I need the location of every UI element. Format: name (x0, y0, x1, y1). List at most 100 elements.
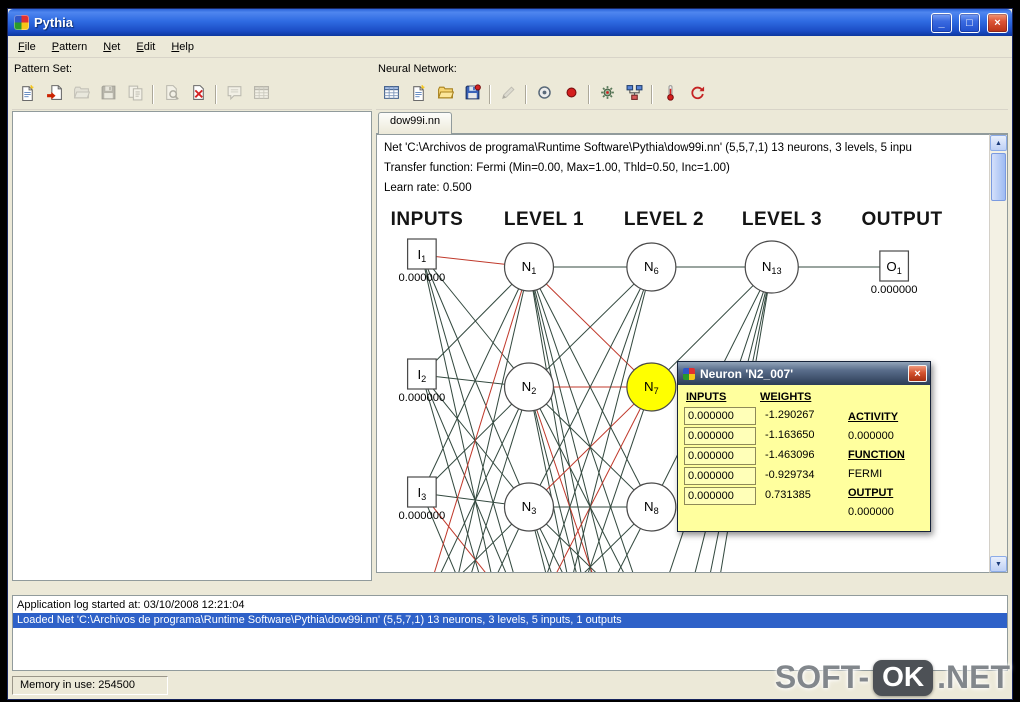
run-net-button[interactable] (531, 82, 557, 107)
node-N8[interactable]: N8 (626, 482, 677, 532)
title-bar[interactable]: Pythia _ □ × (8, 9, 1012, 36)
neuron-popup-icon (683, 367, 695, 380)
node-I1-value: 0.000000 (398, 272, 445, 284)
application-log[interactable]: Application log started at: 03/10/2008 1… (12, 595, 1008, 671)
edit-net-button (495, 82, 521, 107)
import-pattern-button[interactable] (41, 82, 67, 107)
save-pattern-button (95, 82, 121, 107)
neuron-weights-table: INPUTS WEIGHTS 0.000000 -1.290267 0.000000… (684, 390, 842, 523)
log-line-2[interactable]: Loaded Net 'C:\Archivos de programa\Runt… (13, 613, 1007, 628)
neuron-summary: ACTIVITY 0.000000 FUNCTION FERMI OUTPUT … (848, 390, 918, 523)
scroll-down-icon[interactable]: ▼ (990, 556, 1007, 572)
menu-file[interactable]: File (10, 38, 44, 56)
import-pattern-icon (46, 84, 63, 104)
net-info-line-2: Transfer function: Fermi (Min=0.00, Max=… (384, 162, 730, 174)
menu-net[interactable]: Net (95, 38, 128, 56)
menu-edit[interactable]: Edit (128, 38, 163, 56)
toolbar-separator (651, 84, 653, 104)
minimize-button[interactable]: _ (931, 12, 952, 33)
net-toolbar (376, 79, 1008, 110)
net-table-icon (383, 84, 400, 104)
neuron-popup-close-button[interactable]: × (908, 365, 927, 382)
new-net-icon (410, 84, 427, 104)
node-O1[interactable]: O10.000000 (871, 250, 918, 296)
weight-cell-2: -1.163650 (765, 429, 815, 441)
delete-pattern-button[interactable] (185, 82, 211, 107)
net-info-line-1: Net 'C:\Archivos de programa\Runtime Sof… (384, 142, 912, 154)
stop-net-button[interactable] (558, 82, 584, 107)
neuron-popup-titlebar[interactable]: Neuron 'N2_007' × (678, 362, 930, 385)
save-net-icon (464, 84, 481, 104)
inputs-column-header: INPUTS (686, 391, 727, 403)
find-pattern-icon (163, 84, 180, 104)
input-cell-5: 0.000000 (684, 487, 756, 505)
open-pattern-icon (73, 84, 90, 104)
log-line-1[interactable]: Application log started at: 03/10/2008 1… (13, 598, 1007, 613)
node-I3-value: 0.000000 (398, 510, 445, 522)
net-retrain-button[interactable] (684, 82, 710, 107)
new-net-button[interactable] (405, 82, 431, 107)
open-net-button[interactable] (432, 82, 458, 107)
vertical-scrollbar[interactable]: ▲ ▼ (989, 134, 1008, 573)
node-I3[interactable]: I30.000000 (398, 476, 445, 522)
net-layout-button[interactable] (621, 82, 647, 107)
node-N6[interactable]: N6 (626, 242, 677, 292)
scrollbar-thumb[interactable] (991, 153, 1006, 201)
net-info-line-3: Learn rate: 0.500 (384, 182, 472, 194)
toolbar-separator (489, 84, 491, 104)
run-net-icon (536, 84, 553, 104)
save-net-button[interactable] (459, 82, 485, 107)
pattern-table-icon (253, 84, 270, 104)
menu-help[interactable]: Help (163, 38, 202, 56)
net-options-button[interactable] (594, 82, 620, 107)
close-button[interactable]: × (987, 12, 1008, 33)
copy-pattern-icon (127, 84, 144, 104)
node-N13[interactable]: N13 (744, 240, 799, 294)
activity-value: 0.000000 (848, 430, 894, 442)
scroll-up-icon[interactable]: ▲ (990, 135, 1007, 151)
neural-network-panel: Neural Network: dow99i.nn I1 0.000000 I2 0.… (376, 61, 1008, 581)
toolbar-separator (152, 84, 154, 104)
node-I2-value: 0.000000 (398, 392, 445, 404)
open-net-icon (437, 84, 454, 104)
node-N3[interactable]: N3 (503, 482, 555, 532)
net-reset-button[interactable] (657, 82, 683, 107)
new-pattern-icon (19, 84, 36, 104)
weight-cell-1: -1.290267 (765, 409, 815, 421)
net-info: Net 'C:\Archivos de programa\Runtime Sof… (384, 138, 987, 198)
comment-pattern-icon (226, 84, 243, 104)
pattern-set-list[interactable] (12, 111, 372, 581)
node-N1[interactable]: N1 (503, 242, 555, 292)
weight-cell-4: -0.929734 (765, 469, 815, 481)
weight-cell-5: 0.731385 (765, 489, 811, 501)
window-title: Pythia (34, 15, 74, 30)
net-body: I1 0.000000 I2 0.000000 I3 0.000000 N1 N2 N3 N6 N7… (376, 134, 1008, 573)
node-N7[interactable]: N7 (626, 362, 677, 412)
menu-bar: File Pattern Net Edit Help (8, 36, 1012, 58)
scrollbar-track[interactable] (990, 203, 1007, 556)
net-retrain-icon (689, 84, 706, 104)
pattern-toolbar (12, 79, 372, 110)
status-bar: Memory in use: 254500 (8, 673, 1012, 699)
node-I1[interactable]: I10.000000 (398, 238, 445, 284)
activity-label: ACTIVITY (848, 411, 899, 423)
node-N2[interactable]: N2 (503, 362, 555, 412)
input-cell-1: 0.000000 (684, 407, 756, 425)
input-cell-4: 0.000000 (684, 467, 756, 485)
output-value: 0.000000 (848, 506, 894, 518)
neural-network-label: Neural Network: (378, 63, 457, 75)
memory-status: Memory in use: 254500 (12, 676, 168, 695)
pattern-set-panel: Pattern Set: (12, 61, 372, 581)
network-canvas[interactable]: I1 0.000000 I2 0.000000 I3 0.000000 N1 N2 N3 N6 N7… (376, 134, 989, 573)
maximize-button[interactable]: □ (959, 12, 980, 33)
edit-net-icon (500, 84, 517, 104)
tab-dow99i-nn[interactable]: dow99i.nn (378, 112, 453, 134)
open-pattern-button (68, 82, 94, 107)
comment-pattern-button (221, 82, 247, 107)
node-I2[interactable]: I20.000000 (398, 358, 445, 404)
node-O1-value: 0.000000 (871, 284, 918, 296)
net-table-button[interactable] (378, 82, 404, 107)
new-pattern-button[interactable] (14, 82, 40, 107)
menu-pattern[interactable]: Pattern (44, 38, 95, 56)
net-reset-icon (662, 84, 679, 104)
